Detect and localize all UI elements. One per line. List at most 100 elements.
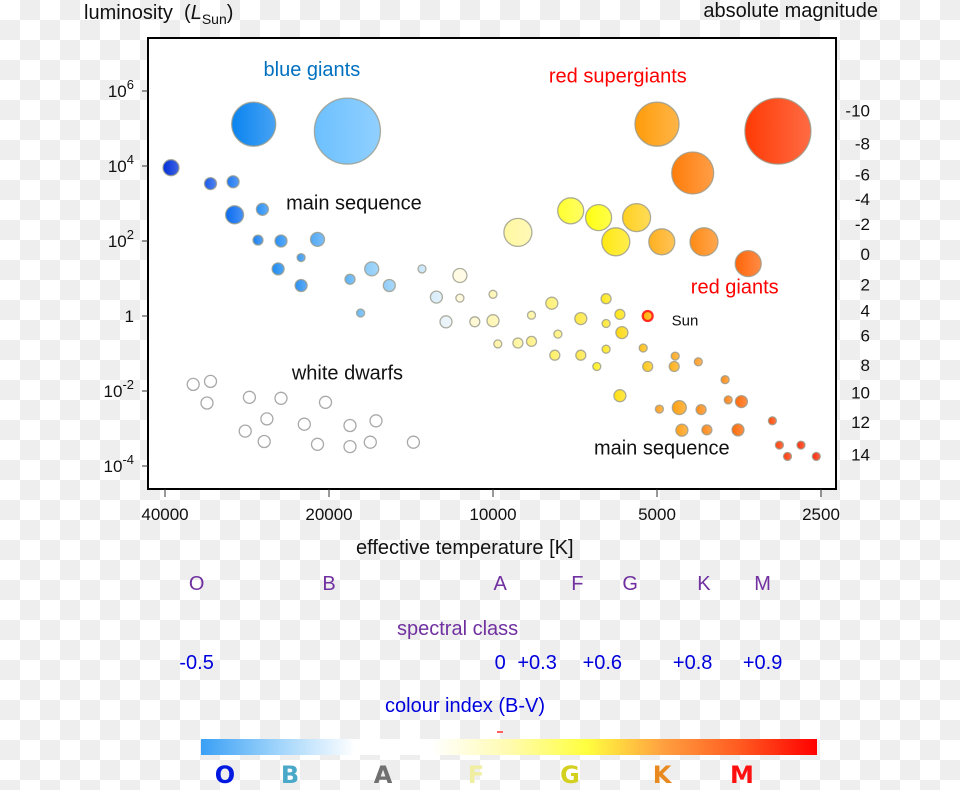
colour-index-value: +0.9 <box>742 652 783 674</box>
x-tick-label: 10000 <box>469 505 516 524</box>
star-point <box>313 97 382 165</box>
y-tick-label: 10-4 <box>104 452 134 476</box>
star-point <box>671 151 715 195</box>
star-point <box>545 296 559 310</box>
star-point <box>549 349 561 361</box>
star-point <box>654 404 665 414</box>
star-point <box>226 175 240 189</box>
star-point <box>364 261 380 277</box>
spectral-class-letter: A <box>493 573 507 595</box>
star-point <box>811 451 821 462</box>
star-point <box>162 159 180 177</box>
star-point <box>274 234 288 248</box>
star-point <box>503 217 533 248</box>
annotation-red-giants: red giants <box>691 276 779 298</box>
star-point <box>601 227 631 257</box>
series-Sun <box>641 309 654 323</box>
annotation-Sun: Sun <box>672 313 699 330</box>
star-point <box>526 310 537 320</box>
star-point <box>767 416 778 426</box>
colour-index-value: +0.3 <box>517 652 557 674</box>
y-tick-label: 10-2 <box>104 377 134 401</box>
star-point <box>355 308 366 318</box>
spectral-class-letter: F <box>571 573 584 595</box>
hr-diagram: 40000 20000 10000 5000 2500 106104102110-210… <box>104 37 870 524</box>
x-tick-label: 20000 <box>305 505 352 524</box>
star-point <box>493 339 503 349</box>
colour-bar-letter: A <box>373 761 393 789</box>
star-point <box>671 399 687 416</box>
star-point <box>638 343 648 353</box>
star-point <box>252 234 264 246</box>
star-point <box>382 278 396 293</box>
colour-index-value: 0 <box>494 652 506 674</box>
star-point <box>615 325 629 340</box>
star-point <box>452 267 468 284</box>
x-tick-label: 5000 <box>638 505 676 524</box>
star-point <box>796 440 806 450</box>
annotation-main-sequence: main sequence <box>286 192 422 214</box>
star-point <box>648 228 676 256</box>
spectral-class-letter: O <box>188 573 205 595</box>
sun-star <box>641 309 654 323</box>
y2-tick-label: 12 <box>851 413 870 432</box>
y2-tick-label: 14 <box>851 446 870 465</box>
star-point <box>488 289 498 299</box>
x-tick-label: 2500 <box>802 505 840 524</box>
star-point <box>455 293 465 303</box>
spectral-class-letter: B <box>322 573 336 595</box>
annotation-main-sequence: main sequence <box>594 438 730 460</box>
star-point <box>774 440 785 450</box>
star-point <box>553 329 563 339</box>
y2-tick-label: 0 <box>861 245 870 264</box>
annotation-white-dwarfs: white dwarfs <box>291 363 403 385</box>
spectral-class-letter: M <box>754 573 771 595</box>
star-point <box>296 252 306 263</box>
star-point <box>271 262 285 276</box>
annotation-blue-giants: blue giants <box>264 59 361 81</box>
star-point <box>224 205 245 225</box>
colour-index-value: +0.8 <box>672 652 713 674</box>
star-point <box>613 389 627 403</box>
y2-tick-label: 4 <box>861 302 870 321</box>
star-point <box>601 344 611 354</box>
star-point <box>486 314 500 328</box>
spectral-class-title: spectral class <box>397 618 519 640</box>
star-point <box>614 308 626 321</box>
y-tick-label: 102 <box>108 227 134 251</box>
star-point <box>689 227 719 257</box>
y2-tick-label: -4 <box>855 190 870 209</box>
star-point <box>675 423 689 437</box>
y-tick-label: 106 <box>108 77 134 101</box>
y-tick-label: 1 <box>125 307 134 326</box>
star-point <box>231 101 277 147</box>
star-point <box>734 394 749 409</box>
x-tick-label: 40000 <box>141 505 188 524</box>
star-point <box>782 451 793 462</box>
star-point <box>634 101 680 147</box>
y2-axis: -10 -8 -6 -4 -2 0 2 4 6 8 10 12 14 <box>845 102 870 465</box>
y2-tick-label: 6 <box>861 327 870 346</box>
star-point <box>203 176 218 191</box>
star-point <box>575 349 587 361</box>
y2-tick-label: 10 <box>851 384 870 403</box>
colour-bar-letter: F <box>467 761 485 789</box>
star-point <box>574 311 588 326</box>
colour-bar-letter: G <box>560 761 580 789</box>
colour-bar <box>201 739 817 755</box>
star-point <box>720 375 730 385</box>
colour-bar-letter: K <box>652 761 672 789</box>
star-point <box>601 318 611 329</box>
colour-bar-letter: M <box>730 761 754 789</box>
colour-bar-letter: B <box>280 761 300 789</box>
star-point <box>469 316 481 328</box>
star-point <box>417 264 427 274</box>
star-point <box>255 202 270 216</box>
star-point <box>701 424 713 436</box>
y2-tick-label: -10 <box>845 102 870 121</box>
spectral-class-letter: K <box>697 573 711 595</box>
star-point <box>525 335 538 348</box>
spectral-class-letter: G <box>622 573 638 595</box>
star-point <box>309 231 326 248</box>
star-point <box>744 97 812 165</box>
